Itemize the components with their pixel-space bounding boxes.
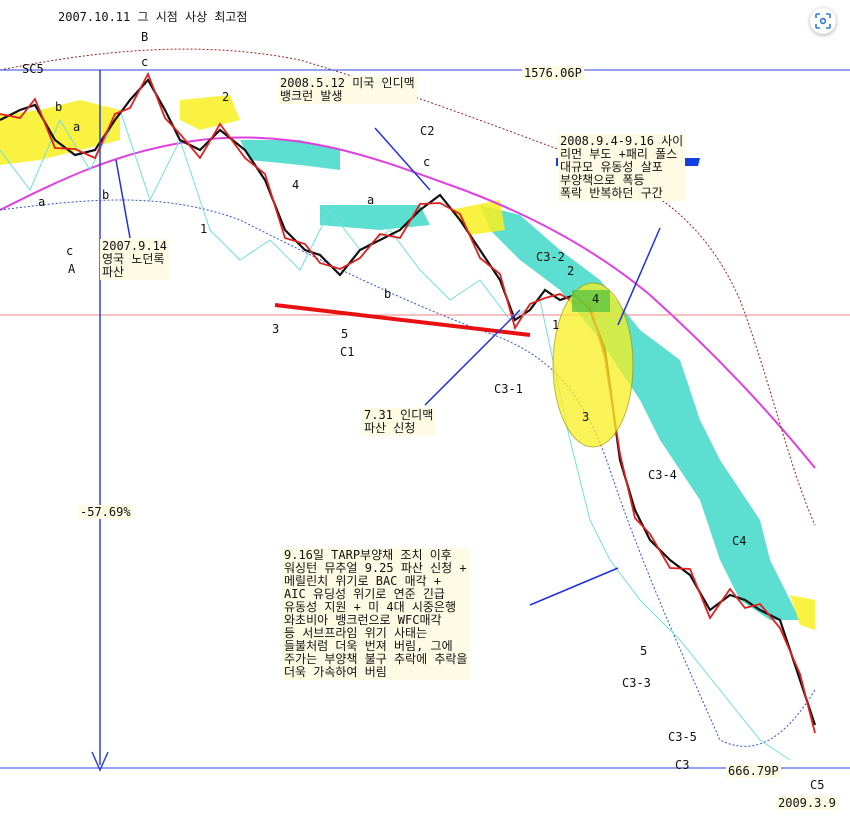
- wave-label: C1: [340, 345, 355, 359]
- annotation-indymac-bankrun: 2008.5.12 미국 인디맥 뱅크런 발생: [278, 76, 417, 104]
- wave-label: b: [384, 287, 392, 301]
- wave-label: C5: [810, 778, 825, 792]
- wave-label: B: [141, 30, 149, 44]
- wave-label: 4: [292, 178, 300, 192]
- annotation-tarp: 9.16일 TARP부양채 조치 이후 워싱턴 뮤추얼 9.25 파산 신청 +…: [282, 548, 470, 680]
- wave-label: a: [367, 193, 375, 207]
- bottom-level-label: 666.79P: [726, 764, 781, 778]
- annotation-lehman-period: 2008.9.4-9.16 사이 리먼 부도 +패리 폴스 대규모 유동성 살포…: [558, 134, 686, 201]
- wave-label: 3: [582, 410, 590, 424]
- wave-label: 1: [552, 318, 560, 332]
- chart-title: 2007.10.11 그 시점 사상 최고점: [58, 10, 248, 24]
- wave-label: 2: [222, 90, 230, 104]
- wave-label: c: [141, 55, 149, 69]
- wave-label: A: [68, 262, 76, 276]
- wave-label: 3: [272, 322, 280, 336]
- wave-label: c: [66, 244, 74, 258]
- wave-label: C3-4: [648, 468, 677, 482]
- annotation-northern-rock: 2007.9.14 영국 노던록 파산: [100, 239, 170, 280]
- wave-label: b: [55, 100, 63, 114]
- scan-button[interactable]: [810, 8, 836, 34]
- top-level-label: 1576.06P: [522, 66, 584, 80]
- wave-label: c: [423, 155, 431, 169]
- cloud-area-4: [180, 95, 240, 130]
- support-trendline: [274, 303, 531, 337]
- wave-label: C3-2: [536, 250, 565, 264]
- green-highlight: [572, 290, 610, 312]
- wave-label: a: [38, 195, 46, 209]
- wave-label: b: [102, 188, 110, 202]
- wave-label: C3-1: [494, 382, 523, 396]
- pointer-tarp: [529, 567, 619, 606]
- wave-label: 4: [592, 292, 600, 306]
- wave-label: SC5: [22, 62, 44, 76]
- wave-label: C4: [732, 534, 747, 548]
- wave-label: C3-5: [668, 730, 697, 744]
- wave-label: C2: [420, 124, 435, 138]
- decline-pct-label: -57.69%: [78, 505, 133, 519]
- annotation-indymac-bankruptcy: 7.31 인디맥 파산 신청: [362, 408, 436, 436]
- pointer-lehman: [617, 227, 661, 326]
- pointer-northern-rock: [115, 159, 131, 239]
- cloud-area-2: [480, 205, 800, 620]
- wave-label: 5: [341, 327, 349, 341]
- wave-label: C3-3: [622, 676, 651, 690]
- wave-label: C3: [675, 758, 690, 772]
- end-date-label: 2009.3.9: [776, 796, 838, 810]
- scan-icon: [815, 13, 831, 29]
- wave-label: 1: [200, 222, 208, 236]
- chart-area: 2007.10.11 그 시점 사상 최고점 1576.06P 666.79P …: [0, 0, 850, 839]
- wave-label: a: [73, 120, 81, 134]
- wave-label: 5: [640, 644, 648, 658]
- wave-label: 2: [567, 264, 575, 278]
